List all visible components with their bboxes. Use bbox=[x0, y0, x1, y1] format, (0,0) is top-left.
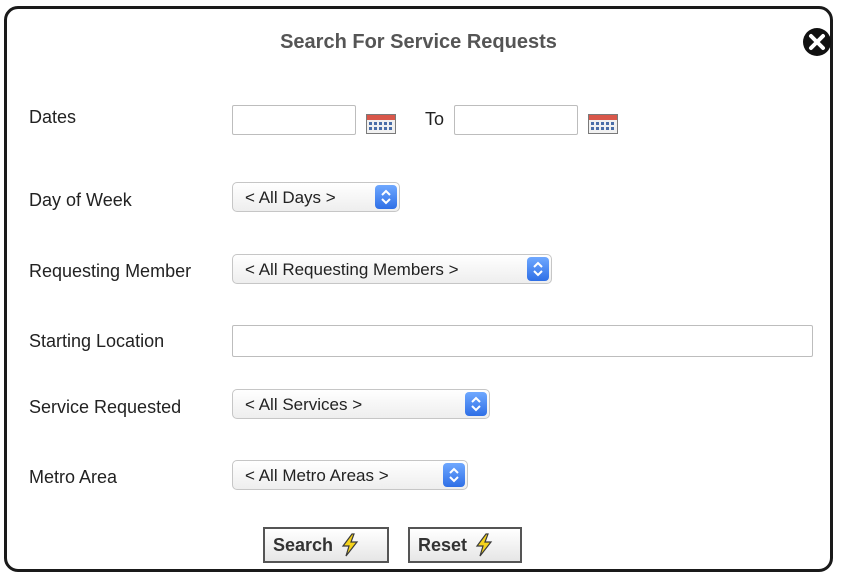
select-stepper-icon bbox=[375, 185, 397, 209]
lightning-bolt-icon bbox=[341, 533, 359, 557]
select-stepper-icon bbox=[527, 257, 549, 281]
date-to-input[interactable] bbox=[454, 105, 578, 135]
dates-label: Dates bbox=[29, 107, 77, 127]
lightning-bolt-icon bbox=[475, 533, 493, 557]
calendar-icon[interactable] bbox=[588, 114, 618, 134]
calendar-icon[interactable] bbox=[366, 114, 396, 134]
metro-area-select[interactable]: < All Metro Areas > bbox=[232, 460, 468, 490]
dialog-title: Search For Service Requests bbox=[280, 31, 557, 53]
search-dialog: Search For Service Requests Dates To Day… bbox=[4, 6, 833, 572]
date-from-input[interactable] bbox=[232, 105, 356, 135]
date-to-label: To bbox=[425, 109, 445, 129]
requesting-member-select[interactable]: < All Requesting Members > bbox=[232, 254, 552, 284]
reset-button-label: Reset bbox=[418, 534, 468, 555]
select-stepper-icon bbox=[465, 392, 487, 416]
service-requested-value: < All Services > bbox=[245, 395, 363, 414]
starting-location-input[interactable] bbox=[232, 325, 813, 357]
search-button[interactable]: Search bbox=[263, 527, 389, 563]
service-requested-label: Service Requested bbox=[29, 397, 182, 417]
metro-area-label: Metro Area bbox=[29, 467, 118, 487]
reset-button[interactable]: Reset bbox=[408, 527, 522, 563]
select-stepper-icon bbox=[443, 463, 465, 487]
requesting-member-value: < All Requesting Members > bbox=[245, 260, 459, 279]
day-of-week-select[interactable]: < All Days > bbox=[232, 182, 400, 212]
metro-area-value: < All Metro Areas > bbox=[245, 466, 389, 485]
service-requested-select[interactable]: < All Services > bbox=[232, 389, 490, 419]
requesting-member-label: Requesting Member bbox=[29, 261, 192, 281]
search-button-label: Search bbox=[273, 534, 334, 555]
day-of-week-label: Day of Week bbox=[29, 190, 132, 210]
close-icon[interactable] bbox=[802, 27, 832, 57]
day-of-week-value: < All Days > bbox=[245, 188, 336, 207]
starting-location-label: Starting Location bbox=[29, 331, 165, 351]
